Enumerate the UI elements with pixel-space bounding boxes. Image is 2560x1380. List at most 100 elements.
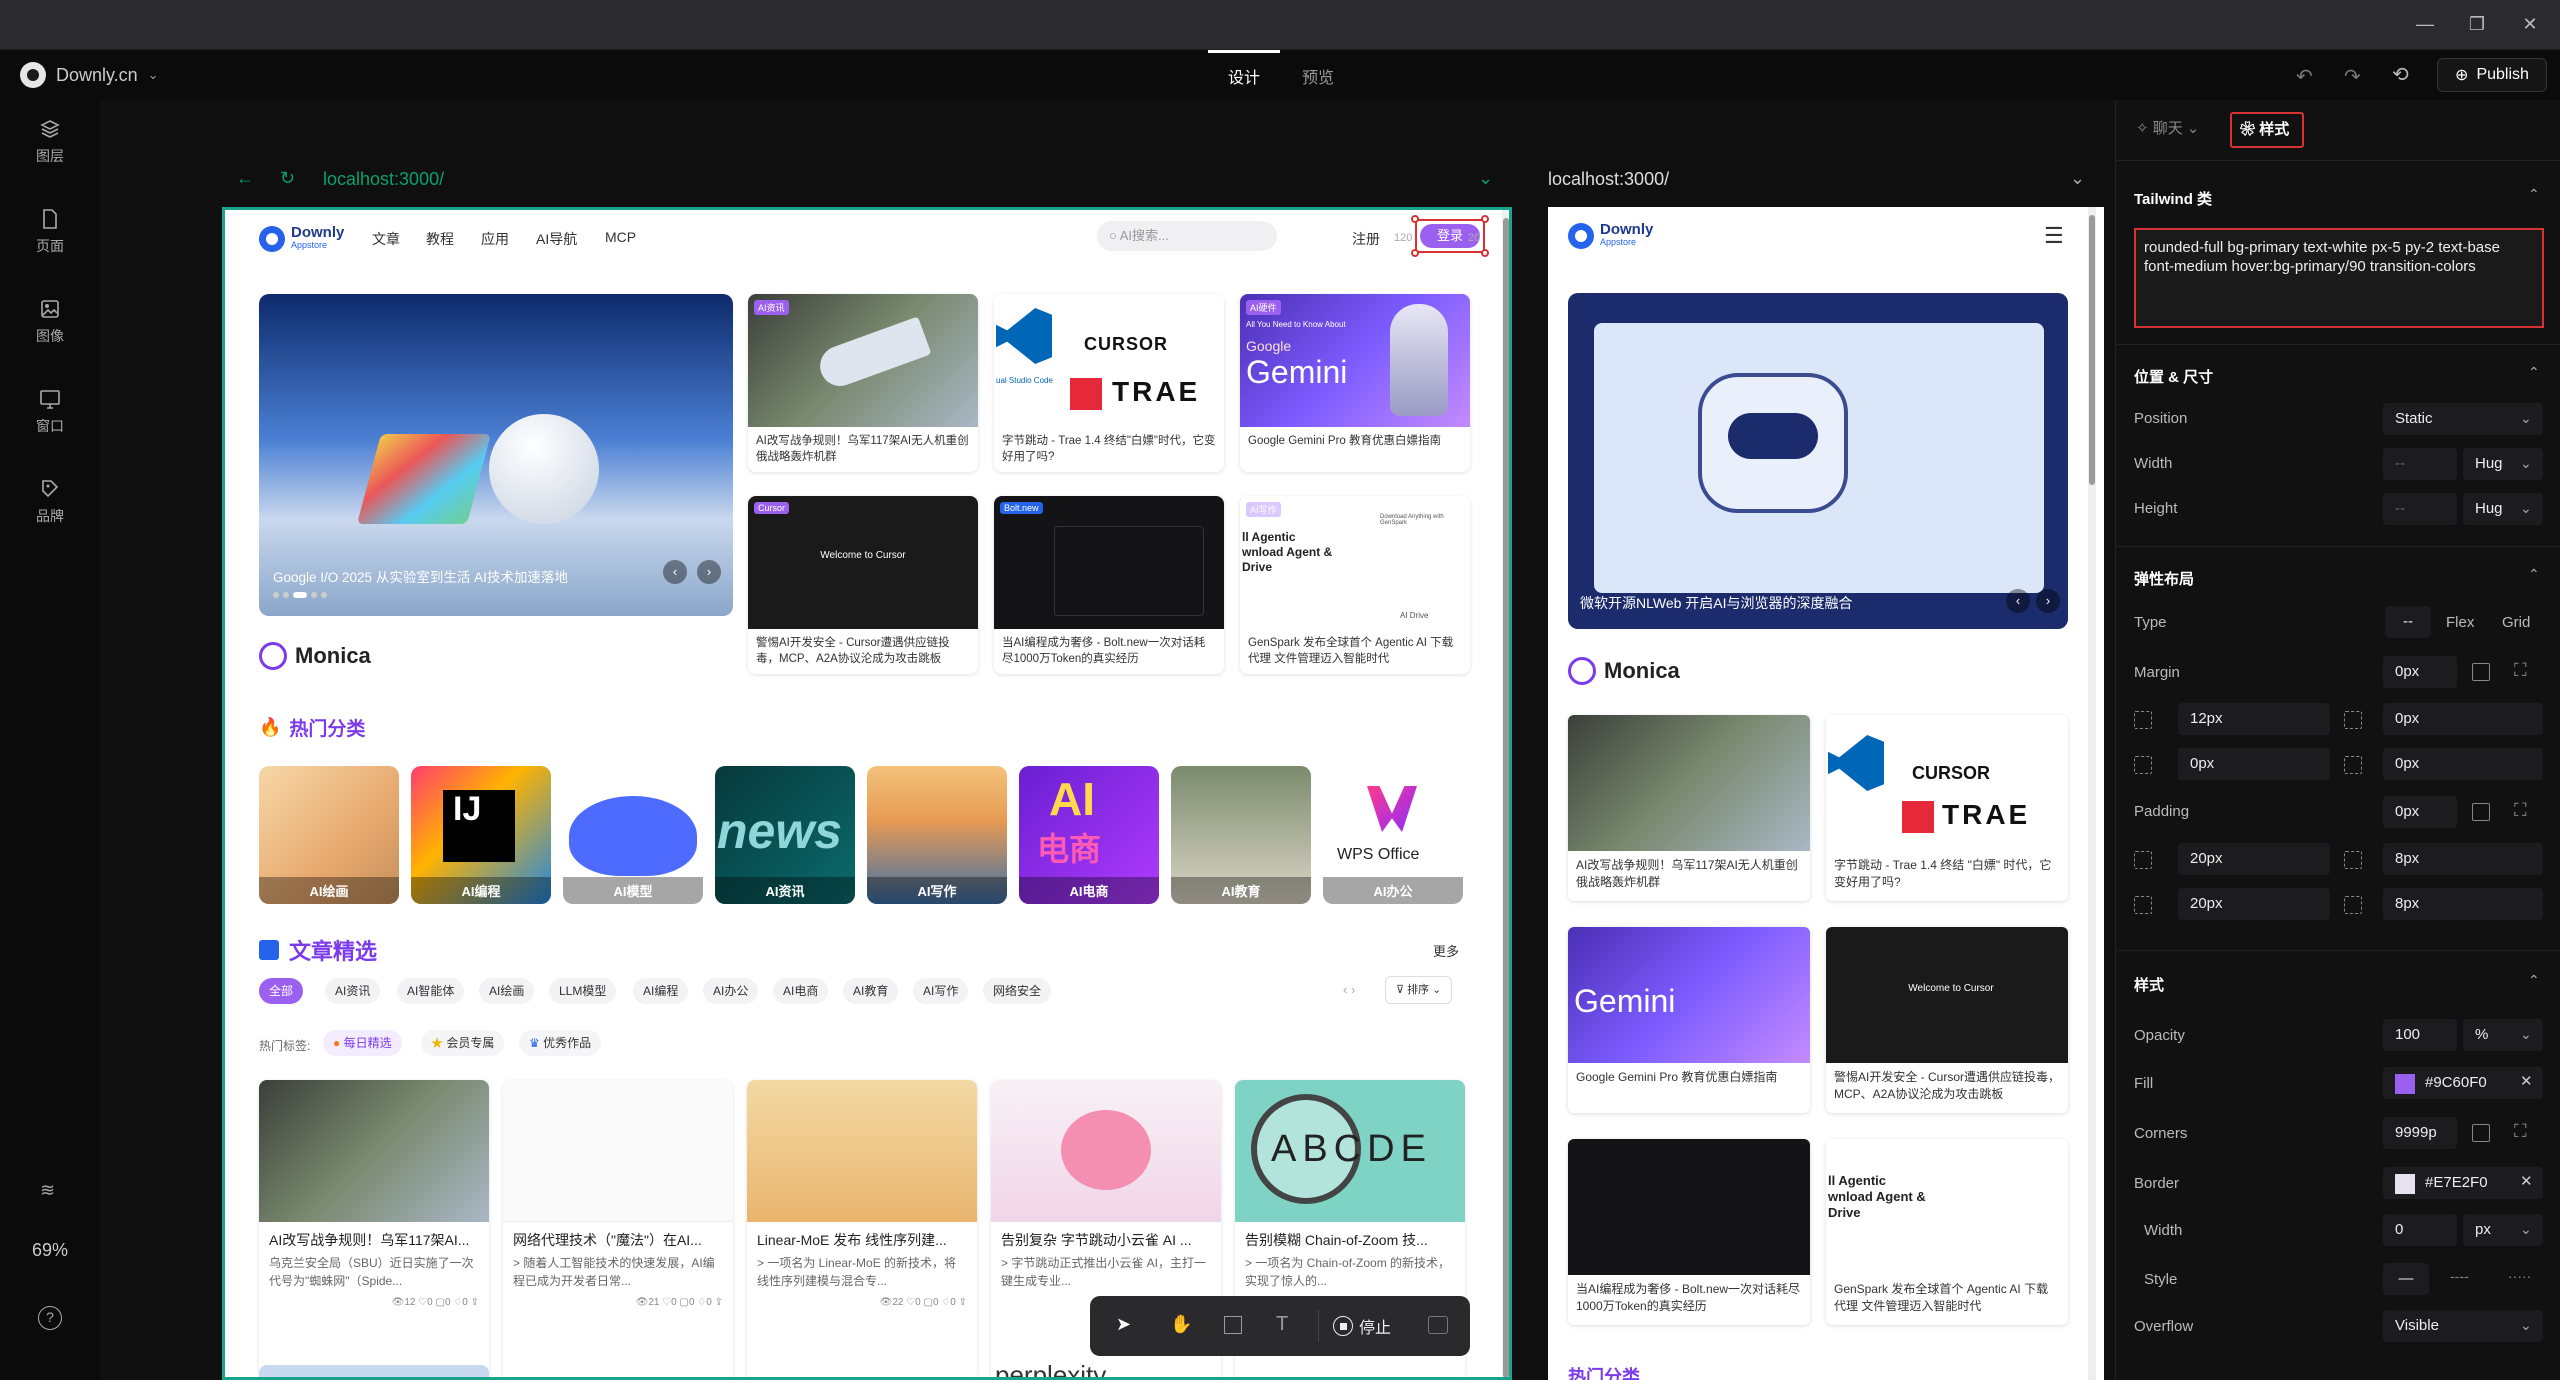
resize-handle[interactable] [1411, 249, 1419, 257]
hero-carousel[interactable]: Google I/O 2025 从实验室到生活 AI技术加速落地 ‹ › [259, 294, 733, 616]
filter-pill[interactable]: LLM模型 [549, 978, 617, 1004]
carousel-prev-button[interactable]: ‹ [2006, 589, 2030, 613]
chevron-up-icon[interactable]: ⌃ [2528, 972, 2540, 989]
maximize-button[interactable]: ❐ [2465, 12, 2489, 36]
category-card[interactable]: AI模型 [563, 766, 703, 904]
hot-tag[interactable]: ● 每日精选 [323, 1030, 402, 1056]
chevron-down-icon[interactable]: ⌄ [2070, 168, 2085, 189]
margin-sides-icon[interactable] [2472, 663, 2490, 681]
chevron-up-icon[interactable]: ⌃ [2528, 186, 2540, 203]
scrollbar-thumb[interactable] [1503, 218, 1509, 1377]
border-style-dotted[interactable]: ····· [2508, 1268, 2531, 1284]
margin-right-input[interactable]: 0px [2383, 703, 2543, 735]
article-card[interactable]: AI改写战争规则！乌军117架AI... 乌克兰安全局（SBU）近日实施了一次代… [259, 1080, 489, 1377]
sort-dropdown[interactable]: ⊽ 排序 ⌄ [1385, 976, 1453, 1004]
filter-pill[interactable]: AI写作 [913, 978, 969, 1004]
tab-style[interactable]: ❀ 样式 [2230, 112, 2304, 148]
workspace-switcher[interactable]: Downly.cn ⌄ [20, 62, 159, 88]
sidebar-item-brand[interactable]: 品牌 [0, 478, 100, 526]
desktop-preview-frame[interactable]: Downly Appstore 文章 教程 应用 AI导航 MCP ○ AI搜索… [222, 207, 1512, 1380]
filter-scroll-arrows[interactable]: ‹ › [1343, 982, 1355, 997]
sidebar-item-pages[interactable]: 页面 [0, 208, 100, 256]
filter-pill[interactable]: AI绘画 [479, 978, 535, 1004]
mobile-card[interactable]: CURSOR TRAE 字节跳动 - Trae 1.4 终结 "白嫖" 时代，它… [1826, 715, 2068, 901]
stop-button[interactable]: 停止 [1318, 1310, 1391, 1342]
zoom-level[interactable]: 69% [0, 1240, 100, 1261]
expand-icon[interactable]: ⛶ [2514, 1121, 2527, 1142]
border-style-dashed[interactable]: ---- [2450, 1268, 2469, 1284]
position-select[interactable]: Static [2383, 403, 2543, 435]
site-logo[interactable]: Downly Appstore [259, 225, 344, 252]
sidebar-item-layers[interactable]: 图层 [0, 118, 100, 166]
nav-apps[interactable]: 应用 [481, 229, 509, 249]
mobile-hero-carousel[interactable]: 微软开源NLWeb 开启AI与浏览器的深度融合 ‹ › [1568, 293, 2068, 629]
article-card[interactable]: Linear-MoE 发布 线性序列建... > 一项名为 Linear-MoE… [747, 1080, 977, 1377]
undo-icon[interactable]: ↶ [2296, 64, 2313, 89]
grid-card[interactable]: AI硬件 All You Need to Know About Google G… [1240, 294, 1470, 472]
filter-pill[interactable]: 全部 [259, 978, 304, 1004]
chevron-up-icon[interactable]: ⌃ [2528, 566, 2540, 583]
resize-handle[interactable] [1411, 215, 1419, 223]
mobile-preview-frame[interactable]: Downly Appstore ☰ 微软开源NLWeb 开启AI与浏览器的深度融… [1548, 207, 2104, 1380]
resize-handle[interactable] [1481, 249, 1489, 257]
history-icon[interactable]: ⟲ [2392, 62, 2409, 87]
text-tool-icon[interactable]: T [1276, 1313, 1288, 1336]
carousel-prev-button[interactable]: ‹ [663, 560, 687, 584]
mobile-card[interactable]: ll Agentic wnload Agent & Drive GenSpark… [1826, 1139, 2068, 1325]
type-none-option[interactable]: -- [2385, 606, 2431, 638]
nav-mcp[interactable]: MCP [605, 229, 636, 245]
border-swatch[interactable] [2395, 1174, 2415, 1194]
margin-top-input[interactable]: 12px [2178, 703, 2330, 735]
filter-pill[interactable]: AI办公 [703, 978, 759, 1004]
type-grid-option[interactable]: Grid [2502, 614, 2530, 631]
close-icon[interactable]: ✕ [2520, 1072, 2533, 1090]
expand-icon[interactable]: ⛶ [2514, 660, 2527, 681]
mobile-url[interactable]: localhost:3000/ [1548, 169, 1669, 190]
minimize-button[interactable]: — [2413, 12, 2437, 36]
monica-banner[interactable]: Monica [1568, 657, 1680, 685]
filter-pill[interactable]: AI编程 [633, 978, 689, 1004]
padding-bottom-input[interactable]: 20px [2178, 888, 2330, 920]
filter-pill[interactable]: AI教育 [843, 978, 899, 1004]
margin-input[interactable]: 0px [2383, 656, 2457, 688]
fill-swatch[interactable] [2395, 1074, 2415, 1094]
hot-tag[interactable]: ★ 会员专属 [421, 1030, 505, 1056]
tab-preview[interactable]: 预览 [1302, 64, 1334, 88]
padding-input[interactable]: 0px [2383, 796, 2457, 828]
padding-left-input[interactable]: 8px [2383, 888, 2543, 920]
close-icon[interactable]: ✕ [2520, 1172, 2533, 1190]
corners-sides-icon[interactable] [2472, 1124, 2490, 1142]
grid-card[interactable]: Bolt.new 当AI编程成为奢侈 - Bolt.new一次对话耗尽1000万… [994, 496, 1224, 674]
help-icon[interactable]: ? [38, 1306, 62, 1330]
reload-icon[interactable]: ↻ [280, 168, 295, 189]
resize-handle[interactable] [1481, 215, 1489, 223]
grid-card[interactable]: Cursor Welcome to Cursor 警惕AI开发安全 - Curs… [748, 496, 978, 674]
category-card[interactable]: AI 电商 AI电商 [1019, 766, 1159, 904]
nav-ai-navigation[interactable]: AI导航 [536, 229, 577, 249]
hamburger-menu-icon[interactable]: ☰ [2044, 223, 2064, 249]
carousel-next-button[interactable]: › [2036, 589, 2060, 613]
pointer-tool-icon[interactable]: ➤ [1116, 1314, 1131, 1335]
image-tool-icon[interactable] [1428, 1316, 1448, 1334]
width-input[interactable]: -- [2383, 448, 2457, 480]
category-card[interactable]: IJ AI编程 [411, 766, 551, 904]
tailwind-classes-input[interactable]: rounded-full bg-primary text-white px-5 … [2134, 228, 2544, 328]
padding-sides-icon[interactable] [2472, 803, 2490, 821]
overflow-select[interactable]: Visible [2383, 1310, 2543, 1342]
publish-button[interactable]: ⊕ Publish [2437, 58, 2547, 92]
grid-card[interactable]: ual Studio Code CURSOR TRAE 字节跳动 - Trae … [994, 294, 1224, 472]
margin-bottom-input[interactable]: 0px [2178, 748, 2330, 780]
redo-icon[interactable]: ↷ [2344, 64, 2361, 89]
margin-left-input[interactable]: 0px [2383, 748, 2543, 780]
category-card[interactable]: AI写作 [867, 766, 1007, 904]
category-card[interactable]: WPS Office AI办公 [1323, 766, 1463, 904]
mobile-card[interactable]: AI改写战争规则！乌军117架AI无人机重创俄战略轰炸机群 [1568, 715, 1810, 901]
desktop-url[interactable]: localhost:3000/ [323, 169, 444, 190]
article-card[interactable]: 网络代理技术（"魔法"）在AI... > 随着人工智能技术的快速发展，AI编程已… [503, 1080, 733, 1377]
more-link[interactable]: 更多 [1433, 941, 1459, 960]
category-card[interactable]: AI绘画 [259, 766, 399, 904]
nav-articles[interactable]: 文章 [372, 229, 400, 249]
mobile-card[interactable]: Welcome to Cursor 警惕AI开发安全 - Cursor遭遇供应链… [1826, 927, 2068, 1113]
back-arrow-icon[interactable]: ← [236, 168, 254, 189]
hot-tag[interactable]: ♛ 优秀作品 [519, 1030, 602, 1056]
